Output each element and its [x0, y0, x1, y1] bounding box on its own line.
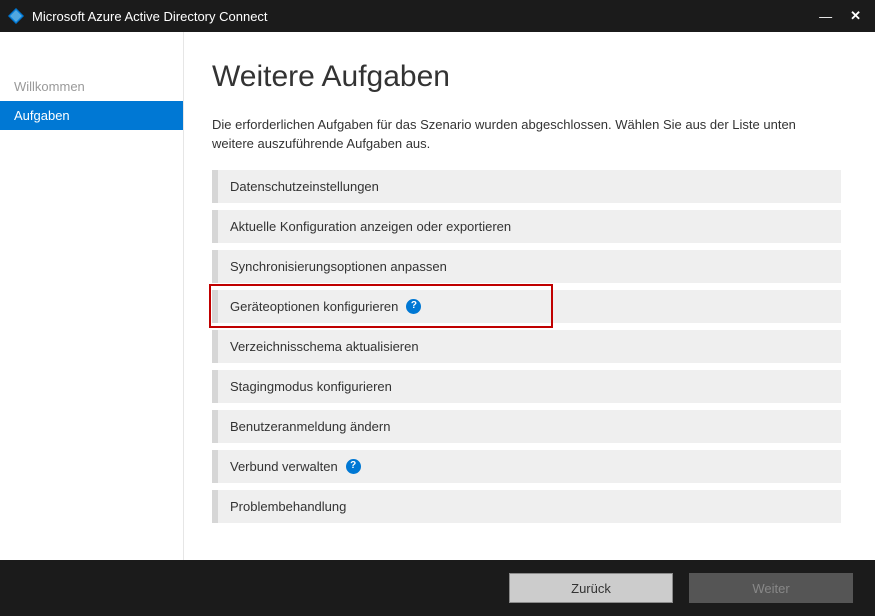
page-heading: Weitere Aufgaben: [212, 60, 841, 94]
task-label: Synchronisierungsoptionen anpassen: [230, 259, 447, 274]
body-area: WillkommenAufgaben Weitere Aufgaben Die …: [0, 32, 875, 560]
task-row-6[interactable]: Benutzeranmeldung ändern: [212, 410, 841, 443]
task-body[interactable]: Aktuelle Konfiguration anzeigen oder exp…: [218, 210, 841, 243]
task-row-3[interactable]: Geräteoptionen konfigurieren?: [212, 290, 841, 323]
window-controls: — ✕: [819, 8, 867, 24]
close-button[interactable]: ✕: [850, 8, 861, 24]
task-row-1[interactable]: Aktuelle Konfiguration anzeigen oder exp…: [212, 210, 841, 243]
task-body[interactable]: Synchronisierungsoptionen anpassen: [218, 250, 841, 283]
azure-icon: [8, 8, 24, 24]
task-row-5[interactable]: Stagingmodus konfigurieren: [212, 370, 841, 403]
task-row-0[interactable]: Datenschutzeinstellungen: [212, 170, 841, 203]
back-button[interactable]: Zurück: [509, 573, 673, 603]
task-body[interactable]: Verbund verwalten?: [218, 450, 841, 483]
task-row-2[interactable]: Synchronisierungsoptionen anpassen: [212, 250, 841, 283]
task-label: Stagingmodus konfigurieren: [230, 379, 392, 394]
task-body[interactable]: Verzeichnisschema aktualisieren: [218, 330, 841, 363]
task-label: Benutzeranmeldung ändern: [230, 419, 390, 434]
task-label: Aktuelle Konfiguration anzeigen oder exp…: [230, 219, 511, 234]
task-label: Verzeichnisschema aktualisieren: [230, 339, 419, 354]
next-button: Weiter: [689, 573, 853, 603]
page-description: Die erforderlichen Aufgaben für das Szen…: [212, 116, 841, 154]
sidebar-item-1[interactable]: Aufgaben: [0, 101, 183, 130]
minimize-button[interactable]: —: [819, 9, 832, 24]
task-row-7[interactable]: Verbund verwalten?: [212, 450, 841, 483]
window-title: Microsoft Azure Active Directory Connect: [32, 9, 819, 24]
help-icon[interactable]: ?: [406, 299, 421, 314]
task-body[interactable]: Benutzeranmeldung ändern: [218, 410, 841, 443]
sidebar-item-0[interactable]: Willkommen: [0, 72, 183, 101]
task-row-4[interactable]: Verzeichnisschema aktualisieren: [212, 330, 841, 363]
task-body[interactable]: Datenschutzeinstellungen: [218, 170, 841, 203]
task-body[interactable]: Stagingmodus konfigurieren: [218, 370, 841, 403]
task-label: Datenschutzeinstellungen: [230, 179, 379, 194]
main-content: Weitere Aufgaben Die erforderlichen Aufg…: [184, 32, 875, 560]
sidebar: WillkommenAufgaben: [0, 32, 184, 560]
task-label: Verbund verwalten: [230, 459, 338, 474]
task-body[interactable]: Geräteoptionen konfigurieren?: [218, 290, 841, 323]
task-body[interactable]: Problembehandlung: [218, 490, 841, 523]
task-row-8[interactable]: Problembehandlung: [212, 490, 841, 523]
task-list: Datenschutzeinstellungen Aktuelle Konfigu…: [212, 170, 841, 523]
help-icon[interactable]: ?: [346, 459, 361, 474]
titlebar: Microsoft Azure Active Directory Connect…: [0, 0, 875, 32]
task-label: Problembehandlung: [230, 499, 346, 514]
footer: Zurück Weiter: [0, 560, 875, 616]
task-label: Geräteoptionen konfigurieren: [230, 299, 398, 314]
